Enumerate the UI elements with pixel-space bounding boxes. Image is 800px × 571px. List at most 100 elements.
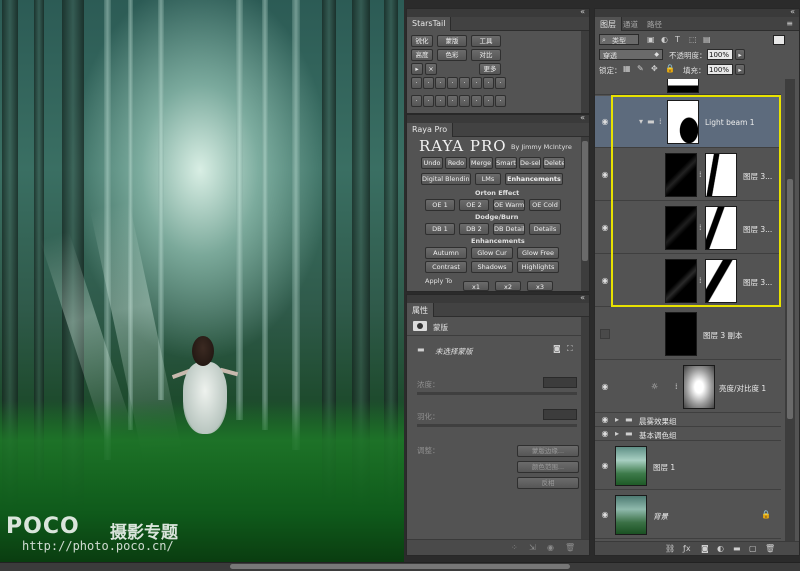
- tool-icon[interactable]: ·: [471, 94, 482, 107]
- oe-cold-button[interactable]: OE Cold: [529, 199, 561, 211]
- tool-icon[interactable]: ·: [459, 94, 470, 107]
- db2-button[interactable]: DB 2: [459, 223, 489, 235]
- eye-icon[interactable]: ◉: [600, 461, 610, 471]
- scrollbar-thumb[interactable]: [787, 179, 793, 419]
- tool-icon[interactable]: ·: [435, 94, 446, 107]
- apply-x2-button[interactable]: x2: [495, 281, 521, 291]
- lock-paint-icon[interactable]: ✎: [637, 64, 644, 74]
- deselect-button[interactable]: De-sel: [519, 157, 541, 169]
- tab-lms[interactable]: LMs: [475, 173, 501, 185]
- feather-slider[interactable]: [417, 424, 577, 427]
- fill-dropdown-icon[interactable]: ▸: [735, 64, 745, 75]
- tab-raya-pro[interactable]: Raya Pro: [407, 123, 454, 137]
- starstail-btn[interactable]: 工具: [471, 35, 501, 47]
- vertical-scrollbar[interactable]: [581, 137, 589, 291]
- tab-layers[interactable]: 图层: [595, 17, 622, 31]
- tool-icon[interactable]: ·: [459, 77, 470, 89]
- trash-icon[interactable]: 🗑: [765, 544, 775, 554]
- layer-row[interactable]: ◉ ☼ ⁞ 亮度/对比度 1: [595, 361, 781, 413]
- delete-button[interactable]: Delete: [543, 157, 565, 169]
- scrollbar-thumb[interactable]: [582, 141, 588, 261]
- filter-smart-icon[interactable]: ▤: [703, 35, 711, 45]
- more-button[interactable]: 更多: [479, 63, 501, 75]
- vertical-scrollbar[interactable]: [785, 79, 795, 541]
- oe-warm-button[interactable]: OE Warm: [493, 199, 525, 211]
- invert-button[interactable]: 反相: [517, 477, 579, 489]
- filter-adjust-icon[interactable]: ◐: [661, 35, 668, 45]
- layer-row[interactable]: [595, 79, 781, 95]
- highlights-button[interactable]: Highlights: [517, 261, 559, 273]
- fx-icon[interactable]: ƒx: [683, 544, 691, 554]
- starstail-btn[interactable]: 蒙版: [437, 35, 467, 47]
- eye-toggle-icon[interactable]: ◉: [547, 543, 554, 553]
- db1-button[interactable]: DB 1: [425, 223, 455, 235]
- layer-row-group[interactable]: ◉ ▸ ▬ 基本调色组: [595, 428, 781, 441]
- lock-transparent-icon[interactable]: ▦: [623, 64, 631, 74]
- layer-row[interactable]: 图层 3 副本: [595, 308, 781, 360]
- feather-field[interactable]: [543, 409, 577, 420]
- undo-button[interactable]: Undo: [421, 157, 443, 169]
- starstail-btn[interactable]: 高度: [411, 49, 433, 61]
- filter-pixel-icon[interactable]: ▣: [647, 35, 655, 45]
- density-field[interactable]: [543, 377, 577, 388]
- layer-name[interactable]: 晨雾效果组: [639, 416, 677, 427]
- trash-icon[interactable]: 🗑: [565, 543, 575, 553]
- eye-icon[interactable]: ◉: [600, 382, 610, 392]
- tab-starstail[interactable]: StarsTail: [407, 17, 452, 31]
- lock-all-icon[interactable]: 🔒: [665, 64, 675, 74]
- collapse-icon[interactable]: «: [580, 113, 585, 123]
- layer-name[interactable]: 亮度/对比度 1: [719, 383, 766, 394]
- clip-icon[interactable]: ⇲: [529, 543, 536, 553]
- tab-channels[interactable]: 通道: [623, 19, 638, 30]
- eye-icon[interactable]: ◉: [600, 170, 610, 180]
- collapse-icon[interactable]: «: [580, 293, 585, 303]
- layer-row[interactable]: ◉ 背景 🔒: [595, 491, 781, 539]
- layer-name[interactable]: 背景: [653, 511, 668, 522]
- eye-icon[interactable]: ◉: [600, 510, 610, 520]
- opacity-dropdown-icon[interactable]: ▸: [735, 49, 745, 60]
- mask-edge-button[interactable]: 蒙版边缘...: [517, 445, 579, 457]
- layer-row[interactable]: ◉ 图层 1: [595, 442, 781, 490]
- apply-x1-button[interactable]: x1: [463, 281, 489, 291]
- add-mask-icon[interactable]: ◙: [701, 544, 709, 554]
- starstail-btn[interactable]: 对比: [471, 49, 501, 61]
- eye-icon[interactable]: ◉: [600, 415, 610, 425]
- collapse-icon[interactable]: «: [580, 7, 585, 17]
- tool-icon[interactable]: ·: [423, 77, 434, 89]
- panel-menu-icon[interactable]: ≡: [786, 19, 793, 29]
- oe2-button[interactable]: OE 2: [459, 199, 489, 211]
- tab-digital-blending[interactable]: Digital Blending: [421, 173, 471, 185]
- eye-icon[interactable]: ◉: [600, 429, 610, 439]
- glow-free-button[interactable]: Glow Free: [517, 247, 559, 259]
- document-canvas[interactable]: POCO 摄影专题 http://photo.poco.cn/: [0, 0, 404, 562]
- fill-field[interactable]: 100%: [707, 64, 733, 75]
- vector-mask-icon[interactable]: ⛶: [567, 344, 573, 354]
- chevron-right-icon[interactable]: ▸: [615, 429, 619, 439]
- tool-icon[interactable]: ·: [495, 94, 506, 107]
- oe1-button[interactable]: OE 1: [425, 199, 455, 211]
- layer-row-group[interactable]: ◉ ▸ ▬ 晨雾效果组: [595, 414, 781, 427]
- tool-icon[interactable]: ·: [435, 77, 446, 89]
- play-icon[interactable]: ▸: [411, 63, 423, 75]
- chevron-right-icon[interactable]: ▸: [615, 415, 619, 425]
- layer-name[interactable]: 图层 1: [653, 462, 675, 473]
- density-slider[interactable]: [417, 392, 577, 395]
- eye-icon[interactable]: ◉: [600, 117, 610, 127]
- tab-paths[interactable]: 路径: [647, 19, 662, 30]
- tool-icon[interactable]: ·: [411, 94, 422, 107]
- pixel-mask-icon[interactable]: ◙: [553, 344, 561, 354]
- filter-shape-icon[interactable]: ⬚: [689, 35, 697, 45]
- kind-filter-select[interactable]: ⌕ 类型: [599, 34, 639, 45]
- glow-cur-button[interactable]: Glow Cur: [471, 247, 513, 259]
- blend-mode-select[interactable]: 穿透 ◆: [599, 49, 663, 60]
- autumn-button[interactable]: Autumn: [425, 247, 467, 259]
- vertical-scrollbar[interactable]: [581, 31, 589, 113]
- merge-button[interactable]: Merge: [469, 157, 493, 169]
- tool-icon[interactable]: ·: [471, 77, 482, 89]
- link-layers-icon[interactable]: ⛓: [665, 544, 675, 554]
- tool-icon[interactable]: ·: [483, 77, 494, 89]
- tool-icon[interactable]: ·: [495, 77, 506, 89]
- vertical-scrollbar[interactable]: [581, 317, 589, 539]
- tab-enhancements[interactable]: Enhancements: [505, 173, 563, 185]
- new-layer-icon[interactable]: ▢: [749, 544, 757, 554]
